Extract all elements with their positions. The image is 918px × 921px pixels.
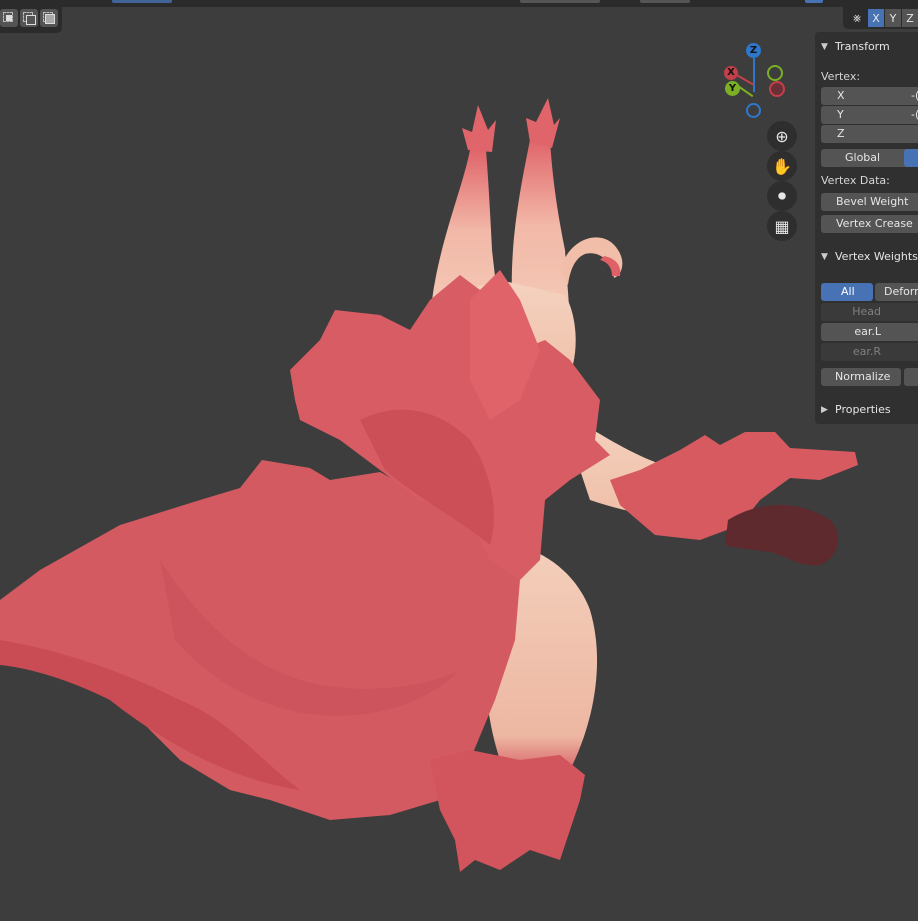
local-toggle[interactable] xyxy=(904,149,918,167)
mirror-z-toggle[interactable]: Z xyxy=(902,9,918,27)
field-axis-label: X xyxy=(837,89,845,102)
sidebar-panel: ▼ Transform Vertex: X -( Y -( Z Global V… xyxy=(815,32,918,424)
field-value: -( xyxy=(911,89,918,102)
vertex-crease-label: Vertex Crease xyxy=(836,217,913,230)
field-axis-label: Z xyxy=(837,127,845,140)
vw-tab-all-label: All xyxy=(841,285,855,298)
navigation-gizmo[interactable]: Z X Y xyxy=(718,40,790,124)
grid-view-icon[interactable]: ▦ xyxy=(767,211,797,241)
vertex-y-field[interactable]: Y -( xyxy=(821,106,918,124)
chevron-down-icon: ▼ xyxy=(821,251,828,262)
transform-title: Transform xyxy=(835,40,890,53)
vw-group-name: ear.R xyxy=(852,345,881,358)
mirror-x-toggle[interactable]: X xyxy=(868,9,884,27)
face-select-icon[interactable] xyxy=(40,9,58,27)
gizmo-z-axis[interactable]: Z xyxy=(746,43,761,58)
vw-group-row[interactable]: ear.R xyxy=(821,343,918,361)
gizmo-y-axis[interactable]: Y xyxy=(725,81,740,96)
vertex-label: Vertex: xyxy=(821,70,861,83)
gizmo-x-axis[interactable]: X xyxy=(724,66,738,80)
vw-group-name: Head xyxy=(852,305,881,318)
normalize-label: Normalize xyxy=(835,370,891,383)
normalize-button[interactable]: Normalize xyxy=(821,368,901,386)
gizmo-neg-z-axis[interactable] xyxy=(746,103,761,118)
chevron-right-icon: ▶ xyxy=(821,404,828,415)
butterfly-mirror-icon[interactable]: ⨳ xyxy=(847,9,867,27)
global-label: Global xyxy=(845,151,881,164)
vertex-crease-field[interactable]: Vertex Crease xyxy=(821,215,918,233)
vertex-select-icon[interactable] xyxy=(0,9,18,27)
select-mode-group xyxy=(0,7,62,33)
edge-select-icon[interactable] xyxy=(20,9,38,27)
3d-viewport[interactable]: ⨳ X Y Z Z X Y ⊕ ✋ ⏺ ▦ ▼ Transform Vertex… xyxy=(0,0,918,921)
vertex-data-label: Vertex Data: xyxy=(821,174,890,187)
zoom-icon[interactable]: ⊕ xyxy=(767,121,797,151)
vw-tab-deform-label: Deform xyxy=(884,285,918,298)
vertex-z-field[interactable]: Z xyxy=(821,125,918,143)
vertex-weights-title: Vertex Weights xyxy=(835,250,918,263)
header-bar xyxy=(0,0,918,7)
properties-section-header[interactable]: ▶ Properties xyxy=(821,403,891,416)
field-value: -( xyxy=(911,108,918,121)
vw-tab-all[interactable]: All xyxy=(821,283,873,301)
gizmo-neg-y-axis[interactable] xyxy=(767,65,783,81)
copy-weights-button[interactable] xyxy=(904,368,918,386)
mirror-axis-group: ⨳ X Y Z xyxy=(843,7,918,29)
bevel-weight-field[interactable]: Bevel Weight xyxy=(821,193,918,211)
mirror-y-toggle[interactable]: Y xyxy=(885,9,901,27)
chevron-down-icon: ▼ xyxy=(821,41,828,52)
vw-tab-deform[interactable]: Deform xyxy=(875,283,918,301)
vertex-x-field[interactable]: X -( xyxy=(821,87,918,105)
vw-group-row[interactable]: ear.L xyxy=(821,323,918,341)
gizmo-neg-x-axis[interactable] xyxy=(769,81,785,97)
hand-pan-icon[interactable]: ✋ xyxy=(767,151,797,181)
vertex-weights-section-header[interactable]: ▼ Vertex Weights xyxy=(821,250,918,263)
vw-group-row[interactable]: Head xyxy=(821,303,918,321)
field-axis-label: Y xyxy=(837,108,844,121)
camera-icon[interactable]: ⏺ xyxy=(767,181,797,211)
viewport-nav-buttons: ⊕ ✋ ⏺ ▦ xyxy=(767,121,797,241)
properties-title: Properties xyxy=(835,403,891,416)
vw-group-name: ear.L xyxy=(854,325,881,338)
bevel-weight-label: Bevel Weight xyxy=(836,195,909,208)
transform-section-header[interactable]: ▼ Transform xyxy=(821,40,890,53)
